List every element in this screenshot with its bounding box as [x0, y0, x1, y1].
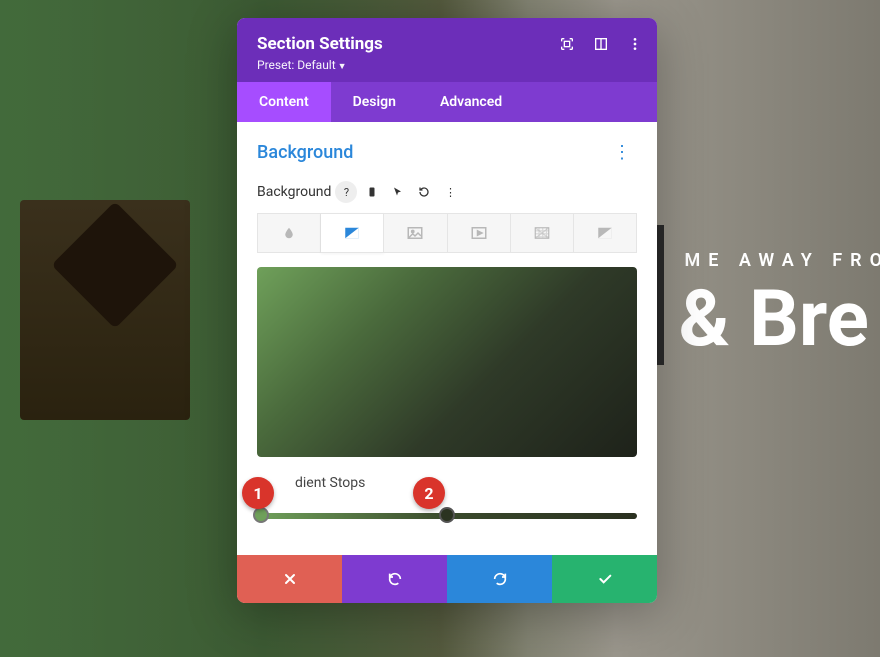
section-menu-icon[interactable]: ⋮	[607, 142, 637, 163]
cancel-button[interactable]	[237, 555, 342, 603]
hero-title: & Bre	[678, 281, 880, 359]
gradient-stops-label: dient Stops	[257, 475, 637, 491]
save-button[interactable]	[552, 555, 657, 603]
modal-tabs: Content Design Advanced	[237, 82, 657, 122]
preset-dropdown[interactable]: Preset: Default▼	[257, 58, 637, 72]
section-title-row: Background ⋮	[257, 142, 637, 163]
snap-icon[interactable]	[593, 36, 609, 52]
hover-cursor-icon[interactable]	[387, 181, 409, 203]
modal-header: Section Settings Preset: Default▼	[237, 18, 657, 82]
tab-advanced[interactable]: Advanced	[418, 82, 524, 122]
hero-text: ME AWAY FRO & Bre	[678, 250, 880, 359]
bg-type-pattern[interactable]	[511, 213, 574, 253]
annotation-2: 2	[413, 477, 445, 509]
annotation-1: 1	[242, 477, 274, 509]
preset-label: Preset: Default	[257, 58, 336, 72]
modal-header-actions	[559, 36, 643, 52]
modal-footer	[237, 555, 657, 603]
bg-type-video[interactable]	[448, 213, 511, 253]
gradient-preview[interactable]	[257, 267, 637, 457]
hero-subtitle: ME AWAY FRO	[684, 250, 880, 271]
field-label: Background	[257, 184, 331, 200]
gradient-stops-slider[interactable]	[257, 505, 637, 525]
background-type-tabs	[257, 213, 637, 253]
gradient-stop-handle-2[interactable]	[439, 507, 455, 523]
settings-modal: Section Settings Preset: Default▼ Conten…	[237, 18, 657, 603]
reset-icon[interactable]	[413, 181, 435, 203]
bg-type-color[interactable]	[257, 213, 321, 253]
caret-down-icon: ▼	[338, 62, 347, 72]
section-title[interactable]: Background	[257, 142, 353, 163]
undo-button[interactable]	[342, 555, 447, 603]
redo-button[interactable]	[447, 555, 552, 603]
stops-label-text: dient Stops	[295, 475, 365, 491]
tab-design[interactable]: Design	[331, 82, 418, 122]
field-more-icon[interactable]: ⋮	[439, 181, 461, 203]
more-vert-icon[interactable]	[627, 36, 643, 52]
expand-icon[interactable]	[559, 36, 575, 52]
bg-type-mask[interactable]	[574, 213, 637, 253]
bg-type-gradient[interactable]	[321, 213, 384, 253]
tab-content[interactable]: Content	[237, 82, 331, 122]
panel-body: Background ⋮ Background ? ⋮	[237, 122, 657, 555]
background-field-row: Background ? ⋮	[257, 181, 637, 203]
bg-type-image[interactable]	[384, 213, 447, 253]
gradient-stop-handle-1[interactable]	[253, 507, 269, 523]
help-icon[interactable]: ?	[335, 181, 357, 203]
device-icon[interactable]	[361, 181, 383, 203]
